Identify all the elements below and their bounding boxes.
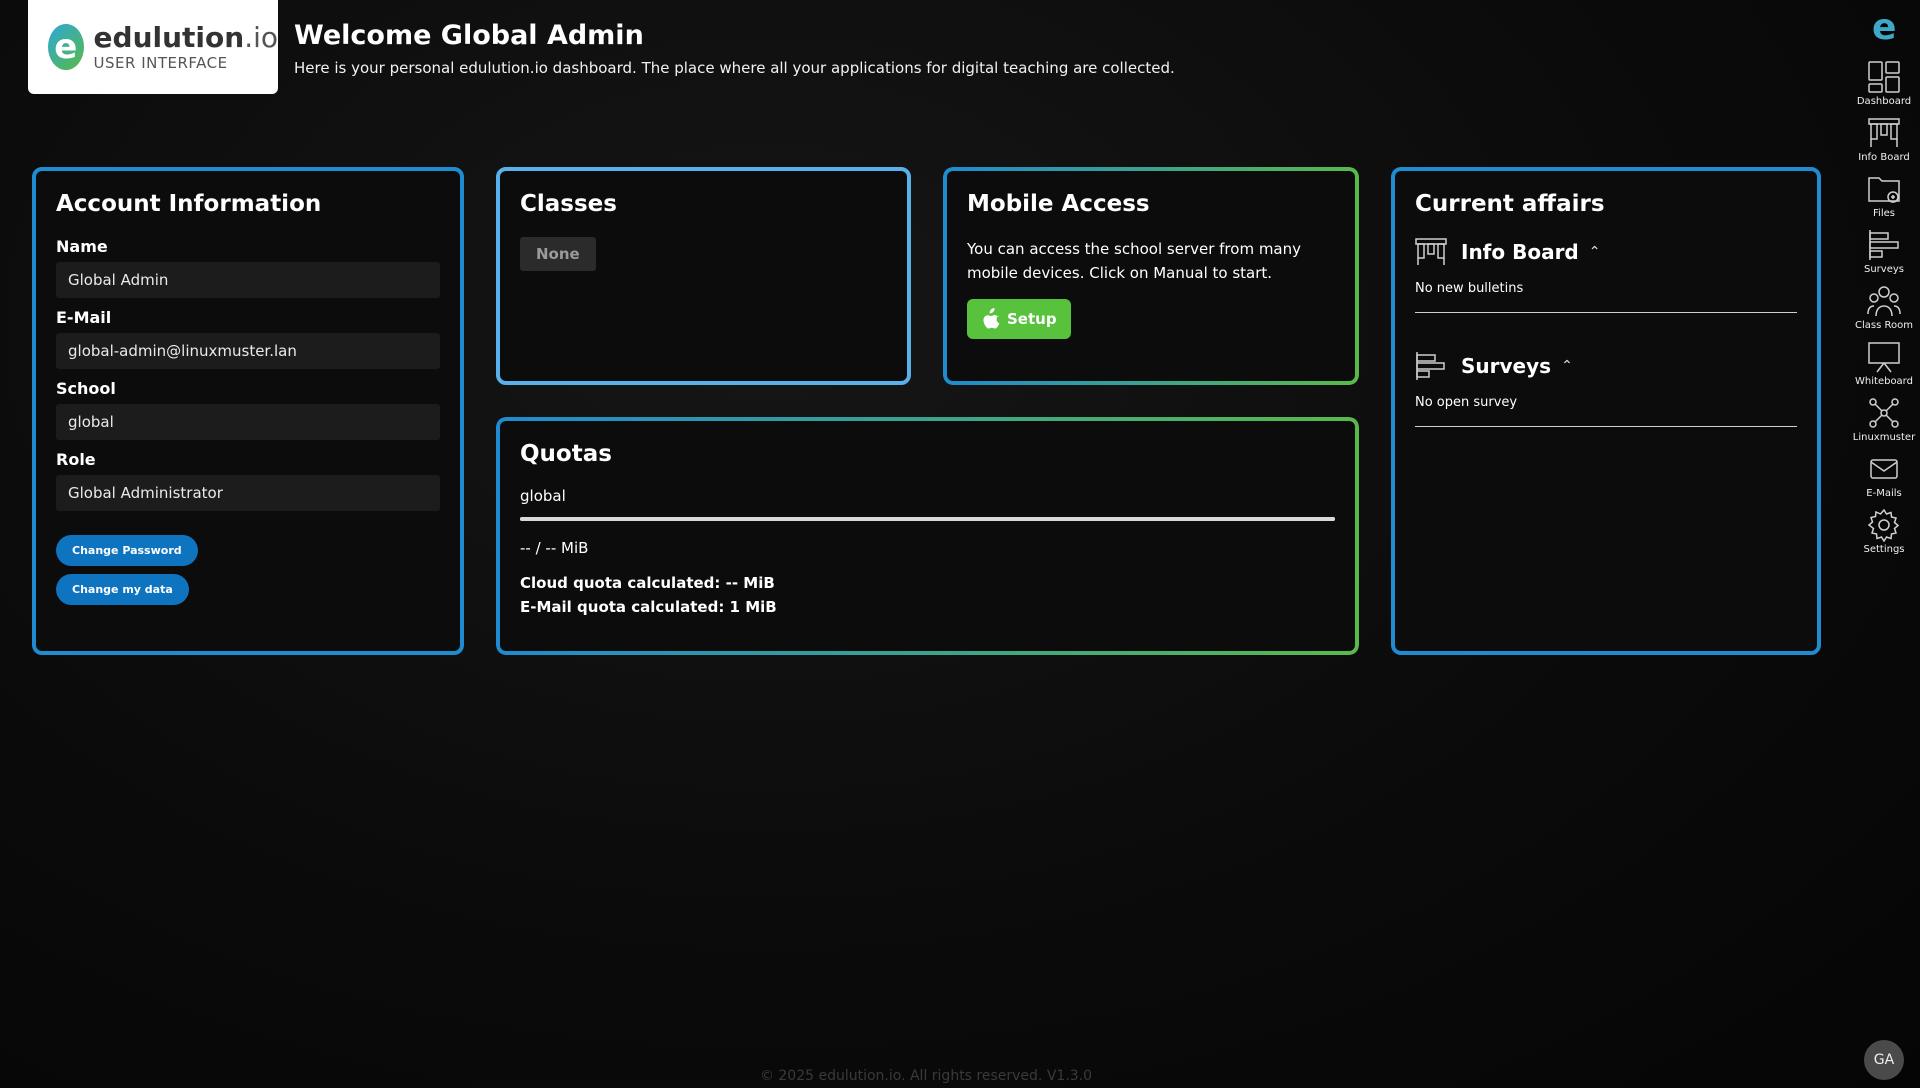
sidebar-item-label: Class Room — [1855, 320, 1913, 331]
email-icon — [1870, 459, 1898, 479]
infoboard-title: Info Board — [1461, 240, 1579, 264]
right-sidebar: e Dashboard Info Board Files Surveys Cla… — [1848, 0, 1920, 1088]
sidebar-item-whiteboard[interactable]: Whiteboard — [1848, 340, 1920, 387]
role-value: Global Administrator — [56, 475, 440, 511]
sidebar-logo[interactable]: e — [1872, 10, 1902, 46]
logo-title: edulution.io — [93, 20, 278, 54]
sidebar-item-classroom[interactable]: Class Room — [1848, 284, 1920, 331]
infoboard-text: No new bulletins — [1415, 281, 1797, 313]
sidebar-item-settings[interactable]: Settings — [1848, 508, 1920, 555]
account-information-card: Account Information Name Global Admin E-… — [32, 167, 464, 655]
setup-label: Setup — [1007, 310, 1057, 328]
quotas-card-title: Quotas — [520, 441, 612, 467]
school-value: global — [56, 404, 440, 440]
sidebar-item-files[interactable]: Files — [1848, 172, 1920, 219]
quota-progress-fill — [520, 517, 1335, 521]
page-subtitle: Here is your personal edulution.io dashb… — [294, 59, 1175, 77]
surveys-title: Surveys — [1461, 354, 1552, 378]
page-title: Welcome Global Admin — [294, 20, 644, 51]
email-label: E-Mail — [56, 308, 112, 327]
footer-copyright: © 2025 edulution.io. All rights reserved… — [759, 1068, 1093, 1084]
files-icon — [1868, 177, 1900, 203]
mobile-card-title: Mobile Access — [967, 191, 1150, 217]
surveys-icon — [1869, 230, 1899, 260]
chevron-up-icon: ⌃ — [1561, 358, 1573, 374]
change-password-button[interactable]: Change Password — [56, 535, 198, 566]
sidebar-item-label: Files — [1873, 208, 1895, 219]
user-avatar[interactable]: GA — [1864, 1040, 1904, 1080]
school-label: School — [56, 379, 116, 398]
dashboard-page: e edulution.io USER INTERFACE Welcome Gl… — [0, 0, 1920, 1088]
surveys-section-header[interactable]: Surveys ⌃ — [1415, 351, 1797, 381]
logo-title-main: edulution — [93, 20, 245, 54]
account-actions: Change Password Change my data — [56, 521, 440, 605]
mobile-access-card: Mobile Access You can access the school … — [943, 167, 1359, 385]
surveys-text: No open survey — [1415, 395, 1797, 427]
sidebar-item-linuxmuster[interactable]: Linuxmuster — [1848, 396, 1920, 443]
welcome-header: Welcome Global Admin Here is your person… — [294, 20, 1175, 77]
current-affairs-card: Current affairs Info Board ⌃ No new bull… — [1391, 167, 1821, 655]
quotas-card: Quotas global -- / -- MiB Cloud quota ca… — [496, 417, 1359, 655]
name-label: Name — [56, 237, 108, 256]
logo-text: edulution.io USER INTERFACE — [93, 20, 278, 72]
classes-card: Classes None — [496, 167, 911, 385]
apple-icon — [983, 308, 1000, 329]
logo-subtitle: USER INTERFACE — [93, 53, 228, 72]
logo-mark: e — [48, 24, 84, 70]
infoboard-section-header[interactable]: Info Board ⌃ — [1415, 237, 1797, 267]
infoboard-icon — [1868, 118, 1900, 147]
gear-icon — [1867, 508, 1900, 542]
dashboard-icon — [1868, 61, 1900, 93]
quota-name: global — [520, 487, 566, 505]
sidebar-item-label: Settings — [1863, 544, 1905, 555]
logo-title-suffix: .io — [244, 20, 278, 54]
whiteboard-icon — [1868, 342, 1900, 373]
sidebar-item-emails[interactable]: E-Mails — [1848, 452, 1920, 499]
mobile-access-text: You can access the school server from ma… — [967, 240, 1302, 282]
sidebar-item-infoboard[interactable]: Info Board — [1848, 116, 1920, 163]
sidebar-item-surveys[interactable]: Surveys — [1848, 228, 1920, 275]
change-my-data-button[interactable]: Change my data — [56, 574, 189, 605]
quota-usage: -- / -- MiB — [520, 539, 589, 557]
name-value: Global Admin — [56, 262, 440, 298]
linuxmuster-icon — [1869, 398, 1899, 428]
sidebar-item-label: Whiteboard — [1855, 376, 1913, 387]
sidebar-item-label: Linuxmuster — [1852, 432, 1916, 443]
sidebar-item-label: E-Mails — [1866, 488, 1902, 499]
setup-button[interactable]: Setup — [967, 299, 1071, 339]
affairs-card-title: Current affairs — [1415, 191, 1605, 217]
classes-card-title: Classes — [520, 191, 617, 217]
infoboard-icon — [1415, 238, 1447, 265]
classes-empty-badge: None — [520, 237, 596, 271]
email-quota: E-Mail quota calculated: 1 MiB — [520, 598, 777, 616]
email-value: global-admin@linuxmuster.lan — [56, 333, 440, 369]
account-card-title: Account Information — [56, 191, 322, 217]
surveys-icon — [1416, 352, 1445, 380]
quota-progress-bar — [520, 517, 1335, 521]
chevron-up-icon: ⌃ — [1588, 244, 1601, 260]
sidebar-item-label: Dashboard — [1856, 96, 1912, 107]
sidebar-item-label: Info Board — [1858, 152, 1910, 163]
classroom-icon — [1867, 286, 1901, 317]
sidebar-item-dashboard[interactable]: Dashboard — [1848, 60, 1920, 107]
sidebar-item-label: Surveys — [1864, 264, 1904, 275]
cloud-quota: Cloud quota calculated: -- MiB — [520, 574, 775, 592]
role-label: Role — [56, 450, 96, 469]
app-logo[interactable]: e edulution.io USER INTERFACE — [28, 0, 278, 94]
